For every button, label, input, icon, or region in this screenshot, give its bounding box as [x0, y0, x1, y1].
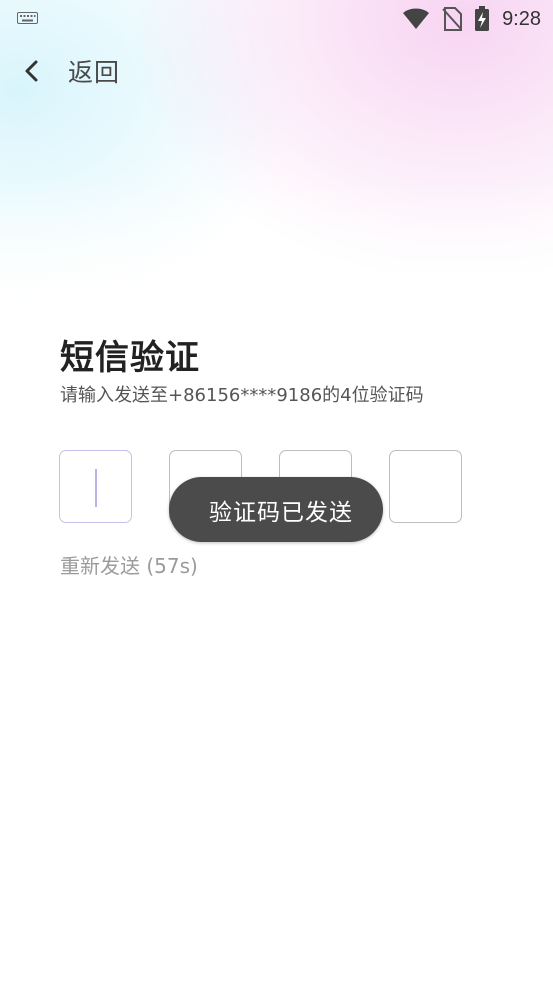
resend-countdown-link[interactable]: 重新发送 (57s)	[60, 550, 198, 579]
back-button[interactable]: 返回	[22, 52, 126, 90]
code-input-1[interactable]	[59, 450, 132, 523]
page-title: 短信验证	[60, 338, 200, 378]
toast-message: 验证码已发送	[209, 499, 353, 526]
toast: 验证码已发送	[169, 477, 383, 542]
text-cursor	[95, 469, 97, 507]
chevron-left-icon	[25, 60, 38, 82]
no-sim-icon	[442, 7, 463, 31]
wifi-icon	[403, 8, 430, 29]
keyboard-icon	[17, 12, 38, 24]
code-input-4[interactable]	[389, 450, 462, 523]
background-fade	[0, 180, 553, 340]
status-icons: 9:28	[402, 6, 541, 32]
back-label: 返回	[68, 58, 121, 87]
battery-charging-icon	[475, 6, 490, 31]
status-bar: 9:28	[0, 0, 553, 38]
status-time: 9:28	[502, 7, 541, 30]
verification-instructions: 请输入发送至+86156****9186的4位验证码	[60, 385, 424, 406]
